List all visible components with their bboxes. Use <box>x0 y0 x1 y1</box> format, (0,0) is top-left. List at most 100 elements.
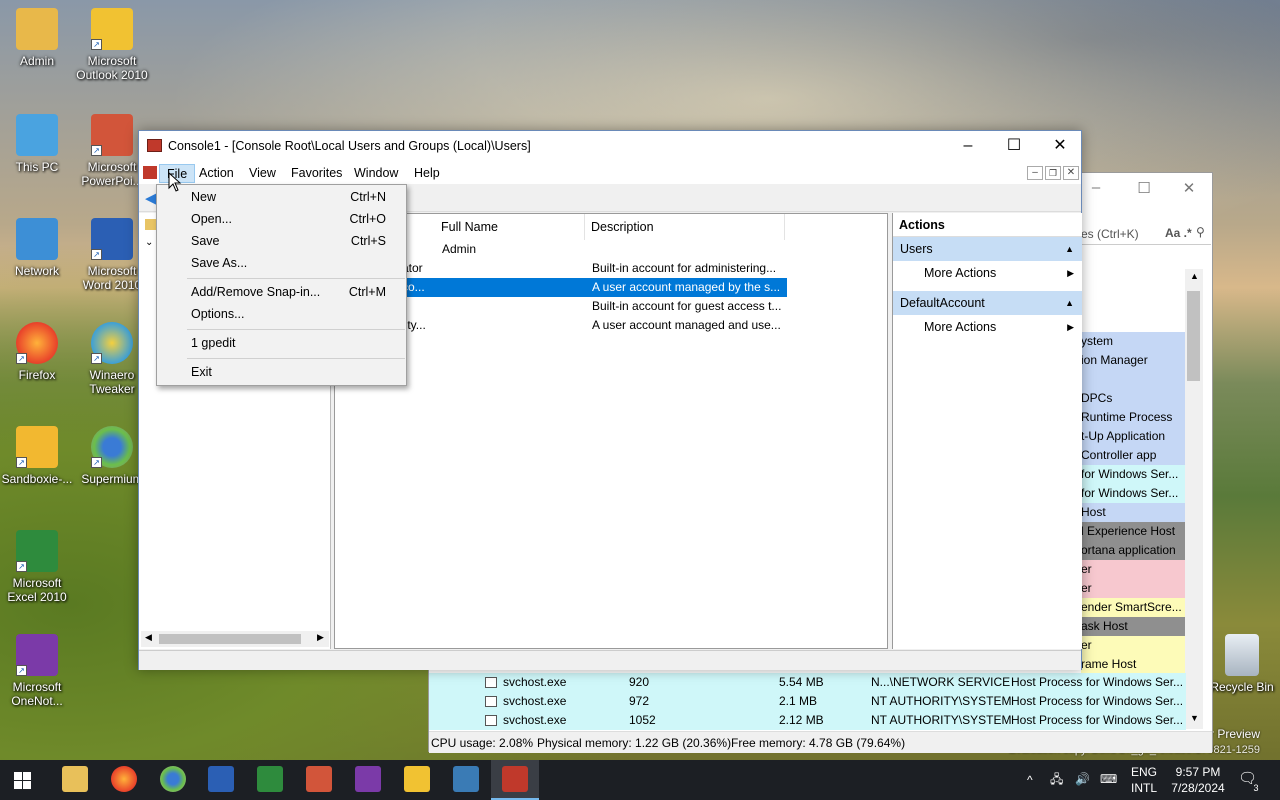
process-list-item[interactable]: er <box>1081 579 1186 598</box>
maximize-icon[interactable]: ☐ <box>1129 179 1159 197</box>
task-manager-taskbar-icon[interactable] <box>453 766 479 792</box>
scrollbar-thumb[interactable] <box>1187 291 1200 381</box>
mmc-taskbar-icon[interactable] <box>502 766 528 792</box>
menu-item-save-as[interactable]: Save As... <box>157 252 406 274</box>
word-taskbar-icon[interactable] <box>208 766 234 792</box>
menu-window[interactable]: Window <box>347 164 405 183</box>
desktop-icon-admin[interactable]: Admin <box>1 8 73 68</box>
desktop-icon-network[interactable]: Network <box>1 218 73 278</box>
excel-taskbar-icon[interactable] <box>257 766 283 792</box>
child-restore-icon[interactable]: ❐ <box>1045 166 1061 180</box>
network-icon <box>16 218 58 260</box>
network-tray-icon[interactable]: 🖧 <box>1050 771 1063 787</box>
back-arrow-icon[interactable]: ◀ <box>145 189 157 207</box>
volume-icon[interactable]: 🔊 <box>1075 771 1090 787</box>
menu-item-options[interactable]: Options... <box>157 303 406 325</box>
file-explorer-icon[interactable] <box>62 766 88 792</box>
actions-section-users[interactable]: Users ▲ <box>893 237 1082 261</box>
word-icon: ↗ <box>91 218 133 260</box>
process-list-item[interactable]: ender SmartScre... <box>1081 598 1186 617</box>
menu-action[interactable]: Action <box>192 164 241 183</box>
mmc-app-icon[interactable] <box>147 139 162 152</box>
chevron-down-icon[interactable]: ⌄ <box>145 237 153 248</box>
menu-item-recent-gpedit[interactable]: 1 gpedit <box>157 332 406 354</box>
process-list-item[interactable]: for Windows Ser... <box>1081 465 1186 484</box>
firefox-taskbar-icon[interactable] <box>111 766 137 792</box>
process-row[interactable]: svchost.exe 920 5.54 MB N...\NETWORK SERVIC… <box>429 673 1186 692</box>
scroll-right-icon[interactable]: ▶ <box>317 632 324 643</box>
user-name: ator <box>402 261 423 275</box>
process-pid: 972 <box>629 694 650 708</box>
desktop-icon-outlook[interactable]: ↗ Microsoft Outlook 2010 <box>76 8 148 82</box>
process-row[interactable]: svchost.exe 1052 2.12 MB NT AUTHORITY\SYSTE… <box>429 711 1186 730</box>
desktop-icon-onenote[interactable]: ↗ Microsoft OneNot... <box>1 634 73 708</box>
process-list-item[interactable] <box>1081 370 1186 389</box>
more-actions-defaultaccount[interactable]: More Actions ▶ <box>893 315 1082 339</box>
supermium-taskbar-icon[interactable] <box>160 766 186 792</box>
scrollbar-thumb[interactable] <box>159 634 301 644</box>
process-list-item[interactable]: DPCs <box>1081 389 1186 408</box>
horizontal-scrollbar[interactable]: ◀ ▶ <box>141 631 329 647</box>
menu-view[interactable]: View <box>242 164 283 183</box>
input-language[interactable]: ENG INTL <box>1129 764 1159 796</box>
collapse-icon[interactable]: ▲ <box>1065 291 1074 315</box>
powerpoint-taskbar-icon[interactable] <box>306 766 332 792</box>
process-list-item[interactable]: er <box>1081 636 1186 655</box>
menu-item-exit[interactable]: Exit <box>157 361 406 383</box>
more-actions-users[interactable]: More Actions ▶ <box>893 261 1082 285</box>
console-menu-icon[interactable] <box>143 166 157 179</box>
outlook-taskbar-icon[interactable] <box>404 766 430 792</box>
menu-item-add-remove-snap-in[interactable]: Add/Remove Snap-in... Ctrl+M <box>157 281 406 303</box>
process-list-item[interactable]: Controller app <box>1081 446 1186 465</box>
menu-help[interactable]: Help <box>407 164 447 183</box>
desktop-icon-label: Network <box>14 264 59 278</box>
outlook-icon: ↗ <box>91 8 133 50</box>
maximize-button[interactable]: ☐ <box>991 131 1037 162</box>
show-hidden-icons-chevron-icon[interactable]: ^ <box>1027 772 1033 788</box>
menu-item-save[interactable]: Save Ctrl+S <box>157 230 406 252</box>
menu-item-open[interactable]: Open... Ctrl+O <box>157 208 406 230</box>
process-list-item[interactable]: ask Host <box>1081 617 1186 636</box>
keyboard-icon[interactable]: ⌨ <box>1100 771 1117 787</box>
minimize-icon[interactable]: – <box>1081 179 1111 196</box>
process-user: NT AUTHORITY\SYSTEM <box>871 713 1012 727</box>
child-close-icon[interactable]: ✕ <box>1063 166 1079 180</box>
desktop-icon-firefox[interactable]: ↗ Firefox <box>1 322 73 382</box>
collapse-icon[interactable]: ▲ <box>1065 237 1074 261</box>
process-list-item[interactable]: Runtime Process <box>1081 408 1186 427</box>
process-list-item[interactable]: t-Up Application <box>1081 427 1186 446</box>
close-icon[interactable]: ✕ <box>1174 179 1204 197</box>
onenote-taskbar-icon[interactable] <box>355 766 381 792</box>
minimize-button[interactable]: – <box>945 131 991 162</box>
process-list-item[interactable]: rame Host <box>1081 655 1186 674</box>
close-button[interactable]: ✕ <box>1037 131 1083 162</box>
search-options[interactable]: Aa .* <box>1165 226 1192 240</box>
column-full-name[interactable]: Full Name <box>435 214 585 240</box>
windows-start-icon[interactable] <box>14 772 31 789</box>
desktop-icon-this-pc[interactable]: This PC <box>1 114 73 174</box>
child-minimize-icon[interactable]: – <box>1027 166 1043 180</box>
scroll-down-icon[interactable]: ▼ <box>1190 713 1199 723</box>
search-icon[interactable]: ⚲ <box>1196 225 1205 239</box>
actions-section-defaultaccount[interactable]: DefaultAccount ▲ <box>893 291 1082 315</box>
scroll-up-icon[interactable]: ▲ <box>1190 271 1199 281</box>
process-list-item[interactable]: ortana application <box>1081 541 1186 560</box>
action-label: More Actions <box>924 266 997 280</box>
desktop-icon-sandboxie[interactable]: ↗ Sandboxie-... <box>1 426 73 486</box>
process-list-item[interactable]: l Experience Host <box>1081 522 1186 541</box>
process-row[interactable]: svchost.exe 972 2.1 MB NT AUTHORITY\SYSTEM H… <box>429 692 1186 711</box>
scrollbar[interactable]: ▲ ▼ <box>1185 269 1203 729</box>
process-list-item[interactable]: er <box>1081 560 1186 579</box>
process-list-item[interactable]: ion Manager <box>1081 351 1186 370</box>
column-description[interactable]: Description <box>585 214 785 240</box>
desktop-icon-excel[interactable]: ↗ Microsoft Excel 2010 <box>1 530 73 604</box>
process-list-item[interactable]: ystem <box>1081 332 1186 351</box>
desktop-icon-recycle-bin[interactable]: Recycle Bin <box>1206 634 1278 694</box>
menu-favorites[interactable]: Favorites <box>284 164 349 183</box>
process-list-item[interactable]: Host <box>1081 503 1186 522</box>
process-list-item[interactable]: for Windows Ser... <box>1081 484 1186 503</box>
search-input[interactable]: es (Ctrl+K) Aa .* ⚲ <box>1081 223 1211 245</box>
menu-item-new[interactable]: New Ctrl+N <box>157 186 406 208</box>
scroll-left-icon[interactable]: ◀ <box>145 632 152 643</box>
clock[interactable]: 9:57 PM 7/28/2024 <box>1163 764 1233 796</box>
